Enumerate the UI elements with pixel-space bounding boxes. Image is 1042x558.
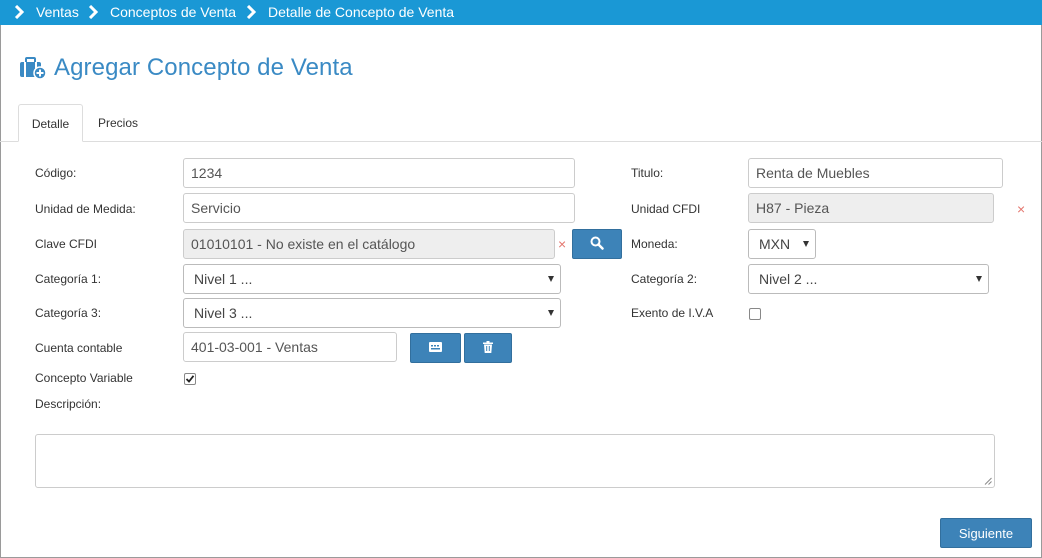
trash-icon: [483, 340, 493, 356]
clear-clave-cfdi-icon[interactable]: ×: [558, 237, 566, 251]
caret-down-icon: [803, 241, 809, 247]
siguiente-button[interactable]: Siguiente: [940, 518, 1032, 548]
breadcrumb-label: Detalle de Concepto de Venta: [268, 4, 455, 20]
caret-down-icon: [548, 276, 554, 282]
tab-precios[interactable]: Precios: [88, 104, 148, 142]
moneda-select[interactable]: MXN: [748, 229, 816, 259]
breadcrumb-label: Ventas: [36, 4, 79, 20]
page-header: Agregar Concepto de Venta: [19, 52, 353, 84]
categoria1-select[interactable]: Nivel 1 ...: [183, 264, 561, 294]
cuenta-contable-input[interactable]: 401-03-001 - Ventas: [183, 332, 397, 362]
page-title: Agregar Concepto de Venta: [54, 54, 353, 81]
breadcrumb: Ventas Conceptos de Venta Detalle de Con…: [0, 0, 1042, 25]
chevron-right-icon: [246, 5, 260, 19]
caret-down-icon: [976, 276, 982, 282]
siguiente-label: Siguiente: [958, 525, 1014, 541]
resize-handle-icon[interactable]: [984, 477, 992, 485]
moneda-value: MXN: [759, 236, 791, 252]
descripcion-textarea[interactable]: [35, 434, 995, 488]
descripcion-label: Descripción:: [35, 397, 102, 411]
codigo-label: Código:: [35, 166, 77, 180]
breadcrumb-item-detalle: Detalle de Concepto de Venta: [246, 4, 454, 20]
caret-down-icon: [548, 310, 554, 316]
categoria3-label: Categoría 3:: [35, 306, 102, 320]
clave-cfdi-input[interactable]: 01010101 - No existe en el catálogo: [183, 229, 555, 259]
search-clave-cfdi-button[interactable]: [572, 229, 622, 259]
search-icon: [590, 236, 604, 253]
codigo-input[interactable]: 1234: [183, 158, 575, 188]
select-cuenta-button[interactable]: [410, 333, 461, 363]
categoria3-select[interactable]: Nivel 3 ...: [183, 298, 561, 328]
breadcrumb-item-conceptos[interactable]: Conceptos de Venta: [88, 4, 236, 20]
breadcrumb-label: Conceptos de Venta: [110, 4, 237, 20]
unidad-medida-input[interactable]: Servicio: [183, 193, 575, 223]
tab-detalle[interactable]: Detalle: [18, 104, 83, 142]
check-icon: [185, 375, 195, 383]
exento-iva-label: Exento de I.V.A: [631, 306, 714, 320]
exento-iva-checkbox[interactable]: [749, 308, 761, 320]
categoria2-select[interactable]: Nivel 2 ...: [748, 264, 989, 294]
concepto-variable-checkbox[interactable]: [184, 373, 196, 385]
concepto-variable-label: Concepto Variable: [35, 371, 133, 385]
tabs-divider: [0, 141, 1042, 142]
unidad-cfdi-input[interactable]: H87 - Pieza: [748, 193, 994, 223]
categoria2-label: Categoría 2:: [631, 272, 698, 286]
moneda-label: Moneda:: [631, 237, 678, 251]
briefcase-plus-icon: [19, 55, 47, 81]
titulo-label: Titulo:: [631, 166, 664, 180]
breadcrumb-item-ventas[interactable]: Ventas: [14, 4, 79, 20]
categoria2-value: Nivel 2 ...: [759, 271, 818, 287]
list-icon: [429, 341, 442, 355]
unidad-cfdi-label: Unidad CFDI: [631, 202, 701, 216]
clave-cfdi-label: Clave CFDI: [35, 237, 98, 251]
categoria1-label: Categoría 1:: [35, 272, 102, 286]
chevron-right-icon: [88, 5, 102, 19]
clear-unidad-cfdi-icon[interactable]: ×: [1017, 202, 1025, 216]
titulo-input[interactable]: Renta de Muebles: [748, 158, 1003, 188]
categoria1-value: Nivel 1 ...: [194, 271, 253, 287]
cuenta-contable-label: Cuenta contable: [35, 341, 123, 355]
delete-cuenta-button[interactable]: [464, 333, 512, 363]
chevron-right-icon: [14, 5, 28, 19]
unidad-medida-label: Unidad de Medida:: [35, 202, 136, 216]
categoria3-value: Nivel 3 ...: [194, 305, 253, 321]
